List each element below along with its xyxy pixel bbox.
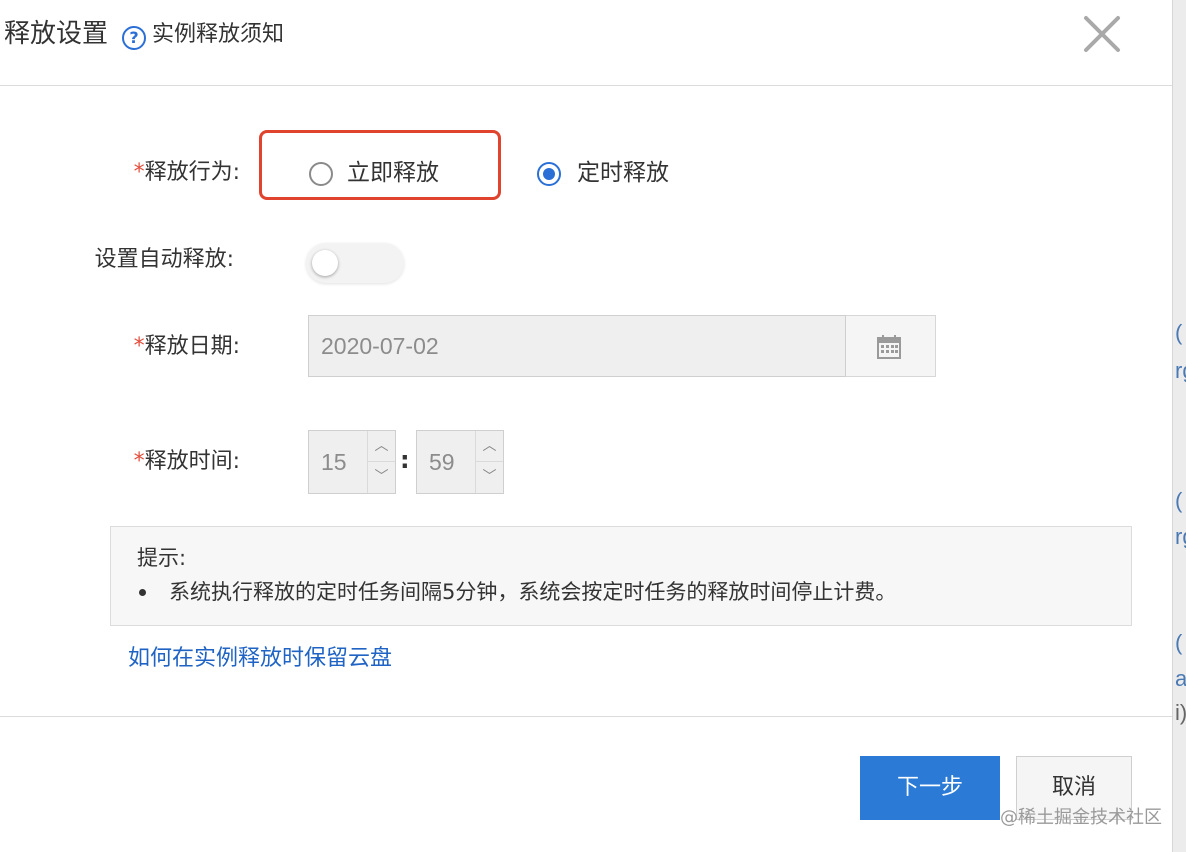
radio-immediate-release-label[interactable]: 立即释放 <box>347 158 439 188</box>
release-time-label: *释放时间: <box>0 447 240 477</box>
minute-up-icon[interactable]: ︿ <box>476 431 503 462</box>
watermark: @稀土掘金技术社区 <box>1000 807 1162 828</box>
tip-title: 提示: <box>137 546 187 570</box>
hour-stepper[interactable]: 15 ︿ ﹀ <box>308 430 396 494</box>
hour-down-icon[interactable]: ﹀ <box>368 462 395 493</box>
help-icon[interactable]: ? <box>122 26 146 50</box>
tip-text: 系统执行释放的定时任务间隔5分钟，系统会按定时任务的释放时间停止计费。 <box>169 580 897 604</box>
radio-immediate-release[interactable] <box>309 162 333 186</box>
background-text: ar <box>1175 664 1186 694</box>
background-text: i) <box>1175 700 1186 725</box>
hour-stepper-buttons: ︿ ﹀ <box>367 431 395 493</box>
hour-up-icon[interactable]: ︿ <box>368 431 395 462</box>
release-date-label: *释放日期: <box>0 332 240 362</box>
bullet-icon <box>139 589 146 596</box>
required-mark: * <box>133 160 145 185</box>
close-icon[interactable] <box>1080 12 1124 56</box>
background-text: ( <box>1175 320 1183 345</box>
radio-scheduled-release[interactable] <box>537 162 561 186</box>
minute-down-icon[interactable]: ﹀ <box>476 462 503 493</box>
date-picker-button[interactable] <box>846 315 936 377</box>
time-separator: : <box>400 446 410 474</box>
required-mark: * <box>133 334 145 359</box>
tip-box: 提示: 系统执行释放的定时任务间隔5分钟，系统会按定时任务的释放时间停止计费。 <box>110 526 1132 626</box>
footer-divider <box>0 716 1172 717</box>
required-mark: * <box>133 449 145 474</box>
toggle-knob <box>312 250 338 276</box>
background-page: ( rg ( rg ( ar i) <box>1172 0 1186 852</box>
release-time-label-text: 释放时间: <box>144 449 240 474</box>
auto-release-label: 设置自动释放: <box>94 247 234 272</box>
hour-value[interactable]: 15 <box>321 431 347 493</box>
background-text: rg <box>1175 358 1186 383</box>
release-action-label-text: 释放行为: <box>144 160 240 185</box>
dialog-header: 释放设置 ? 实例释放须知 <box>0 0 1172 86</box>
minute-stepper[interactable]: 59 ︿ ﹀ <box>416 430 504 494</box>
radio-scheduled-release-label[interactable]: 定时释放 <box>577 158 669 188</box>
background-text: rg <box>1175 524 1186 549</box>
release-settings-dialog: 释放设置 ? 实例释放须知 *释放行为: 立即释放 定时释放 设置自动释放: *… <box>0 0 1172 852</box>
keep-disk-link[interactable]: 如何在实例释放时保留云盘 <box>128 644 392 674</box>
minute-value[interactable]: 59 <box>429 431 455 493</box>
release-date-label-text: 释放日期: <box>144 334 240 359</box>
dialog-title: 释放设置 <box>4 19 109 49</box>
next-button[interactable]: 下一步 <box>860 756 1000 820</box>
minute-stepper-buttons: ︿ ﹀ <box>475 431 503 493</box>
calendar-icon <box>877 335 901 359</box>
background-text: ( <box>1175 488 1183 513</box>
release-date-input[interactable]: 2020-07-02 <box>308 315 846 377</box>
release-action-label: *释放行为: <box>0 158 240 188</box>
auto-release-toggle[interactable] <box>306 243 404 283</box>
background-text: ( <box>1175 630 1183 655</box>
release-notice-link[interactable]: 实例释放须知 <box>152 20 284 50</box>
